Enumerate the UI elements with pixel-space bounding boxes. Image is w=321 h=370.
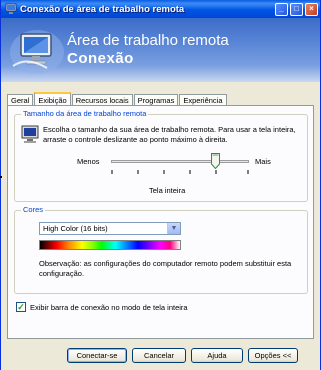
slider-ticks xyxy=(111,170,249,174)
window-title: Conexão de área de trabalho remota xyxy=(20,3,185,15)
chevron-down-icon[interactable]: ▼ xyxy=(167,223,180,234)
display-size-legend: Tamanho da área de trabalho remota xyxy=(21,109,149,118)
color-spectrum-preview xyxy=(39,240,181,250)
close-button[interactable]: × xyxy=(305,2,318,16)
display-size-value: Tela inteira xyxy=(149,186,186,195)
help-button[interactable]: Ajuda xyxy=(191,348,243,363)
display-size-slider-thumb[interactable] xyxy=(211,153,220,169)
connection-bar-checkbox[interactable]: ✓ xyxy=(16,302,26,312)
remote-desktop-window: Conexão de área de trabalho remota _ □ ×… xyxy=(0,0,321,370)
display-size-slider-track[interactable] xyxy=(111,160,249,163)
colors-group: Cores High Color (16 bits) ▼ Observação:… xyxy=(14,205,308,294)
monitor-icon xyxy=(21,125,39,143)
display-size-description: Escolha o tamanho da sua área de trabalh… xyxy=(43,125,296,144)
dialog-buttons: Conectar-se Cancelar Ajuda Opções << xyxy=(67,348,298,363)
header-banner: Área de trabalho remota Conexão xyxy=(1,18,320,82)
stray-mark xyxy=(0,176,2,178)
remote-desktop-monitor-icon xyxy=(10,30,64,74)
slider-label-less: Menos xyxy=(77,157,100,166)
colors-legend: Cores xyxy=(21,205,46,214)
banner-subtitle: Conexão xyxy=(67,50,134,67)
tab-strip: Geral Exibição Recursos locais Programas… xyxy=(7,92,228,107)
connect-button[interactable]: Conectar-se xyxy=(67,348,127,363)
color-depth-value: High Color (16 bits) xyxy=(43,224,108,233)
display-size-group: Tamanho da área de trabalho remota Escol… xyxy=(14,109,308,202)
title-bar[interactable]: Conexão de área de trabalho remota _ □ × xyxy=(1,0,320,18)
maximize-button[interactable]: □ xyxy=(290,2,303,16)
connection-bar-label: Exibir barra de conexão no modo de tela … xyxy=(30,302,188,312)
minimize-button[interactable]: _ xyxy=(275,2,288,16)
slider-label-more: Mais xyxy=(255,157,271,166)
options-button[interactable]: Opções << xyxy=(248,348,298,363)
color-depth-select[interactable]: High Color (16 bits) ▼ xyxy=(39,222,181,235)
remote-desktop-app-icon xyxy=(5,3,17,14)
cancel-button[interactable]: Cancelar xyxy=(132,348,186,363)
tab-panel-display: Tamanho da área de trabalho remota Escol… xyxy=(7,105,314,339)
banner-title: Área de trabalho remota xyxy=(67,32,229,49)
colors-note: Observação: as configurações do computad… xyxy=(39,259,292,278)
connection-bar-option[interactable]: ✓ Exibir barra de conexão no modo de tel… xyxy=(16,302,188,312)
